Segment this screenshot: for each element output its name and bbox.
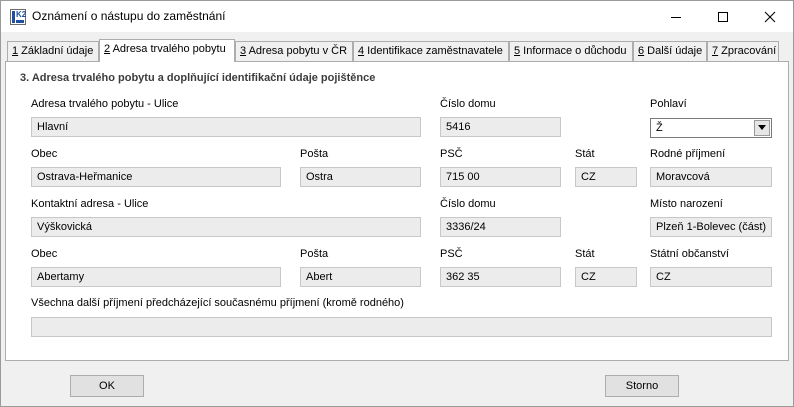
contact-city-label: Obec — [31, 248, 58, 260]
section-title: 3. Adresa trvalého pobytu a doplňující i… — [20, 72, 376, 84]
gender-select[interactable]: Ž — [650, 118, 772, 138]
city-field[interactable]: Ostrava-Heřmanice — [31, 167, 281, 187]
house-number-field[interactable]: 5416 — [440, 117, 561, 137]
birth-place-label: Místo narození — [650, 198, 723, 210]
contact-zip-field[interactable]: 362 35 — [440, 267, 561, 287]
gender-value: Ž — [656, 122, 663, 134]
close-button[interactable] — [747, 1, 793, 32]
other-surnames-label: Všechna další příjmení předcházející sou… — [31, 297, 404, 309]
minimize-button[interactable] — [653, 1, 699, 32]
citizenship-label: Státní občanství — [650, 248, 729, 260]
maximize-button[interactable] — [700, 1, 746, 32]
street-field[interactable]: Hlavní — [31, 117, 421, 137]
birth-surname-field[interactable]: Moravcová — [650, 167, 772, 187]
contact-house-number-field[interactable]: 3336/24 — [440, 217, 561, 237]
tab-adresa-trvaleho-pobytu[interactable]: 2 Adresa trvalého pobytu — [99, 39, 235, 62]
city-label: Obec — [31, 148, 58, 160]
contact-zip-label: PSČ — [440, 248, 463, 260]
window-title: Oznámení o nástupu do zaměstnání — [32, 9, 226, 23]
tab-zpracovani[interactable]: 7 Zpracování — [707, 41, 779, 61]
house-number-label: Číslo domu — [440, 98, 496, 110]
ok-button[interactable]: OK — [70, 375, 144, 397]
tab-adresa-pobytu-v-cr[interactable]: 3 Adresa pobytu v ČR — [235, 41, 353, 61]
minimize-icon — [671, 16, 681, 18]
title-bar[interactable]: K2 Oznámení o nástupu do zaměstnání — [1, 1, 793, 32]
close-icon — [764, 11, 776, 22]
contact-city-field[interactable]: Abertamy — [31, 267, 281, 287]
contact-post-field[interactable]: Abert — [300, 267, 421, 287]
post-label: Pošta — [300, 148, 329, 160]
tab-dalsi-udaje[interactable]: 6 Další údaje — [633, 41, 707, 61]
contact-post-label: Pošta — [300, 248, 329, 260]
contact-house-number-label: Číslo domu — [440, 198, 496, 210]
dropdown-arrow-icon[interactable] — [754, 120, 770, 136]
tab-panel: 3. Adresa trvalého pobytu a doplňující i… — [5, 61, 789, 361]
zip-field[interactable]: 715 00 — [440, 167, 561, 187]
other-surnames-field[interactable] — [31, 317, 772, 337]
gender-label: Pohlaví — [650, 98, 687, 110]
post-field[interactable]: Ostra — [300, 167, 421, 187]
maximize-icon — [718, 11, 728, 22]
country-field[interactable]: CZ — [575, 167, 637, 187]
tab-informace-o-duchodu[interactable]: 5 Informace o důchodu — [509, 41, 633, 61]
contact-street-label: Kontaktní adresa - Ulice — [31, 198, 149, 210]
tab-strip: 1 Základní údaje 2 Adresa trvalého pobyt… — [5, 39, 789, 62]
birth-surname-label: Rodné příjmení — [650, 148, 726, 160]
tab-zakladni-udaje[interactable]: 1 Základní údaje — [7, 41, 99, 61]
contact-street-field[interactable]: Výškovická — [31, 217, 421, 237]
citizenship-field[interactable]: CZ — [650, 267, 772, 287]
zip-label: PSČ — [440, 148, 463, 160]
contact-country-field[interactable]: CZ — [575, 267, 637, 287]
k2-app-icon: K2 — [10, 9, 26, 25]
street-label: Adresa trvalého pobytu - Ulice — [31, 98, 179, 110]
contact-country-label: Stát — [575, 248, 595, 260]
dialog-window: K2 Oznámení o nástupu do zaměstnání 1 Zá… — [0, 0, 794, 407]
country-label: Stát — [575, 148, 595, 160]
tab-identifikace-zamestnavatele[interactable]: 4 Identifikace zaměstnavatele — [353, 41, 509, 61]
birth-place-field[interactable]: Plzeň 1-Bolevec (část) — [650, 217, 772, 237]
cancel-button[interactable]: Storno — [605, 375, 679, 397]
